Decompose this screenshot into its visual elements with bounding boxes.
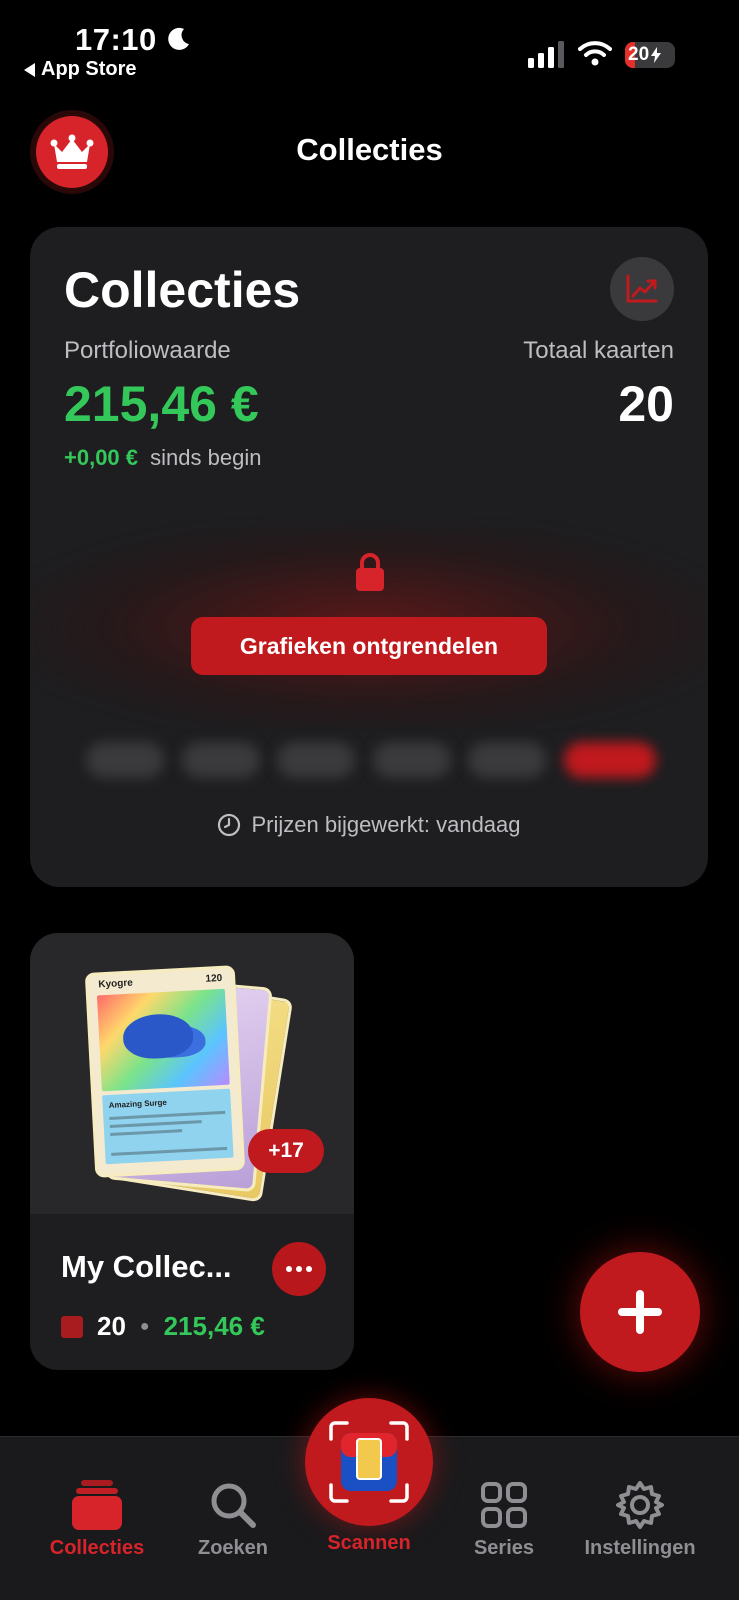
card-hp: 120 (205, 972, 223, 985)
prices-updated: Prijzen bijgewerkt: vandaag (30, 812, 708, 838)
collection-name: My Collec... (61, 1249, 232, 1284)
tab-instellingen[interactable]: Instellingen (570, 1477, 710, 1560)
grid-icon (481, 1482, 527, 1528)
battery-icon: 20 (625, 42, 675, 68)
portfolio-value: 215,46 € (64, 376, 259, 432)
gear-icon (616, 1481, 664, 1529)
range-pill (86, 742, 164, 778)
scan-button[interactable] (305, 1398, 433, 1526)
tab-label: Collecties (49, 1537, 145, 1559)
value-change: +0,00 € sinds begin (64, 445, 261, 471)
chart-trend-button[interactable] (610, 257, 674, 321)
value-change-since: sinds begin (150, 445, 262, 470)
range-pill (372, 742, 451, 778)
value-change-amount: +0,00 € (64, 445, 139, 470)
tab-label: Series (473, 1537, 535, 1559)
total-cards-label: Totaal kaarten (523, 337, 674, 364)
tab-zoeken[interactable]: Zoeken (163, 1477, 303, 1560)
portfolio-value-label: Portfoliowaarde (64, 337, 231, 364)
collection-stats: 20 ● 215,46 € (61, 1311, 265, 1342)
separator-dot: ● (139, 1317, 150, 1335)
range-pill-active (563, 742, 656, 778)
status-time: 17:10 (75, 22, 157, 57)
collection-value: 215,46 € (163, 1311, 265, 1341)
collection-card[interactable]: Kyogre 120 Amazing Surge +17 My Collec..… (30, 933, 354, 1370)
summary-title: Collecties (64, 262, 301, 318)
time-range-selector (86, 742, 656, 778)
cards-stack-icon (61, 1315, 83, 1338)
prices-updated-text: Prijzen bijgewerkt: vandaag (251, 812, 521, 837)
card-attack: Amazing Surge (108, 1097, 168, 1110)
range-pill (181, 742, 260, 778)
range-pill (468, 742, 547, 778)
trend-chart-icon (626, 274, 658, 303)
moon-icon (168, 27, 189, 50)
scan-icon (329, 1421, 409, 1503)
extra-cards-badge: +17 (248, 1129, 324, 1173)
back-app-label: App Store (41, 58, 137, 80)
lock-icon (356, 553, 384, 591)
search-icon (211, 1483, 256, 1528)
range-pill (277, 742, 356, 778)
battery-level: 20 (628, 44, 650, 65)
tab-label: Instellingen (584, 1537, 696, 1559)
portfolio-summary-card: Collecties Portfoliowaarde Totaal kaarte… (30, 227, 708, 887)
clock-icon (218, 813, 241, 837)
back-arrow-icon (24, 62, 35, 77)
collections-icon (72, 1480, 122, 1530)
tab-label: Zoeken (197, 1537, 269, 1559)
card-name: Kyogre (98, 977, 134, 991)
page-title: Collecties (296, 132, 443, 167)
add-collection-button[interactable] (580, 1252, 700, 1372)
wifi-icon (578, 41, 612, 66)
collection-cover: Kyogre 120 Amazing Surge +17 (30, 933, 354, 1214)
charging-bolt-icon (651, 47, 662, 63)
collection-more-button[interactable] (272, 1242, 326, 1296)
signal-icon (528, 41, 564, 68)
back-to-app-store[interactable]: App Store (24, 58, 137, 81)
tab-label-scannen[interactable]: Scannen (299, 1532, 439, 1555)
collection-card-count: 20 (97, 1311, 126, 1341)
tab-collecties[interactable]: Collecties (27, 1477, 167, 1560)
tab-series[interactable]: Series (434, 1477, 574, 1560)
trading-card-kyogre: Kyogre 120 Amazing Surge (84, 965, 246, 1178)
total-cards-value: 20 (618, 376, 674, 432)
unlock-charts-button[interactable]: Grafieken ontgrendelen (191, 617, 547, 675)
